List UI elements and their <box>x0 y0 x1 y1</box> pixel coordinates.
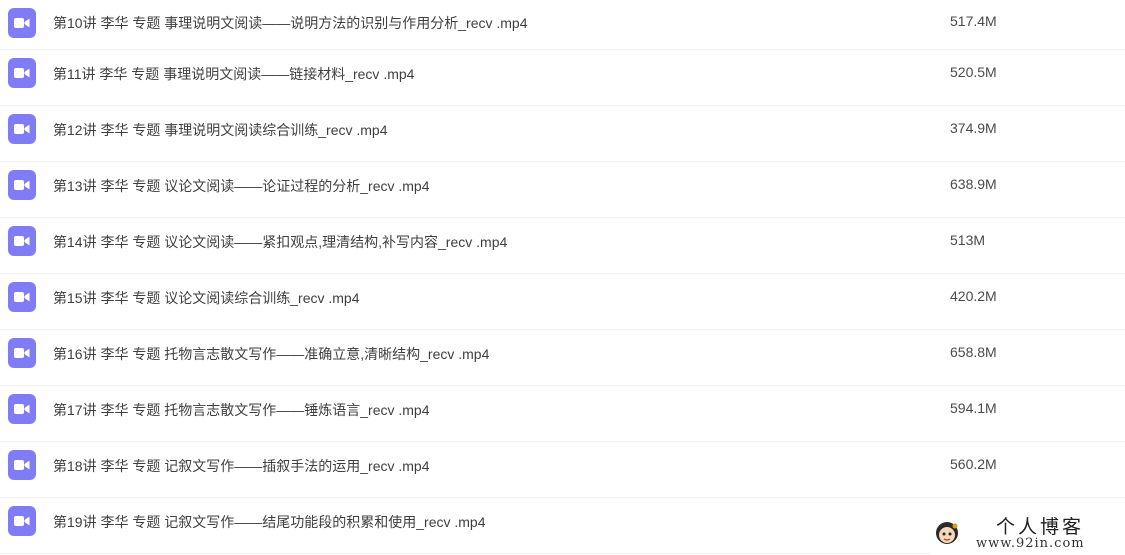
file-list: 第10讲 李华 专题 事理说明文阅读——说明方法的识别与作用分析_recv .m… <box>0 0 1125 554</box>
file-row[interactable]: 第16讲 李华 专题 托物言志散文写作——准确立意,清晰结构_recv .mp4… <box>0 330 1125 386</box>
video-file-icon <box>8 58 36 88</box>
video-file-icon <box>8 114 36 144</box>
video-file-icon <box>8 506 36 536</box>
file-row[interactable]: 第18讲 李华 专题 记叙文写作——插叙手法的运用_recv .mp4 560.… <box>0 442 1125 498</box>
file-name[interactable]: 第10讲 李华 专题 事理说明文阅读——说明方法的识别与作用分析_recv .m… <box>53 13 528 33</box>
video-file-icon <box>8 338 36 368</box>
file-size: 374.9M <box>950 120 997 136</box>
video-file-icon <box>8 226 36 256</box>
file-name[interactable]: 第16讲 李华 专题 托物言志散文写作——准确立意,清晰结构_recv .mp4 <box>53 344 489 364</box>
file-size: 420.2M <box>950 288 997 304</box>
file-name[interactable]: 第19讲 李华 专题 记叙文写作——结尾功能段的积累和使用_recv .mp4 <box>53 512 486 532</box>
watermark-title: 个人博客 <box>996 516 1085 538</box>
video-file-icon <box>8 394 36 424</box>
file-name[interactable]: 第13讲 李华 专题 议论文阅读——论证过程的分析_recv .mp4 <box>53 176 430 196</box>
file-row[interactable]: 第17讲 李华 专题 托物言志散文写作——锤炼语言_recv .mp4 594.… <box>0 386 1125 442</box>
video-file-icon <box>8 282 36 312</box>
file-name[interactable]: 第12讲 李华 专题 事理说明文阅读综合训练_recv .mp4 <box>53 120 388 140</box>
blog-watermark: 个人博客 www.92in.com <box>930 510 1125 555</box>
cartoon-avatar-icon <box>936 522 958 544</box>
file-row[interactable]: 第13讲 李华 专题 议论文阅读——论证过程的分析_recv .mp4 638.… <box>0 162 1125 218</box>
file-name[interactable]: 第11讲 李华 专题 事理说明文阅读——链接材料_recv .mp4 <box>53 64 414 84</box>
file-name[interactable]: 第14讲 李华 专题 议论文阅读——紧扣观点,理清结构,补写内容_recv .m… <box>53 232 507 252</box>
video-file-icon <box>8 170 36 200</box>
file-row[interactable]: 第10讲 李华 专题 事理说明文阅读——说明方法的识别与作用分析_recv .m… <box>0 0 1125 50</box>
file-size: 517.4M <box>950 13 997 29</box>
file-row[interactable]: 第12讲 李华 专题 事理说明文阅读综合训练_recv .mp4 374.9M <box>0 106 1125 162</box>
watermark-url: www.92in.com <box>976 536 1085 551</box>
video-file-icon <box>8 450 36 480</box>
file-name[interactable]: 第18讲 李华 专题 记叙文写作——插叙手法的运用_recv .mp4 <box>53 456 430 476</box>
file-row[interactable]: 第14讲 李华 专题 议论文阅读——紧扣观点,理清结构,补写内容_recv .m… <box>0 218 1125 274</box>
file-size: 560.2M <box>950 456 997 472</box>
file-size: 513M <box>950 232 986 248</box>
file-row[interactable]: 第11讲 李华 专题 事理说明文阅读——链接材料_recv .mp4 520.5… <box>0 50 1125 106</box>
video-file-icon <box>8 8 36 38</box>
file-size: 520.5M <box>950 64 997 80</box>
file-size: 638.9M <box>950 176 997 192</box>
file-name[interactable]: 第17讲 李华 专题 托物言志散文写作——锤炼语言_recv .mp4 <box>53 400 430 420</box>
file-size: 594.1M <box>950 400 997 416</box>
file-name[interactable]: 第15讲 李华 专题 议论文阅读综合训练_recv .mp4 <box>53 288 360 308</box>
file-row[interactable]: 第15讲 李华 专题 议论文阅读综合训练_recv .mp4 420.2M <box>0 274 1125 330</box>
file-size: 658.8M <box>950 344 997 360</box>
